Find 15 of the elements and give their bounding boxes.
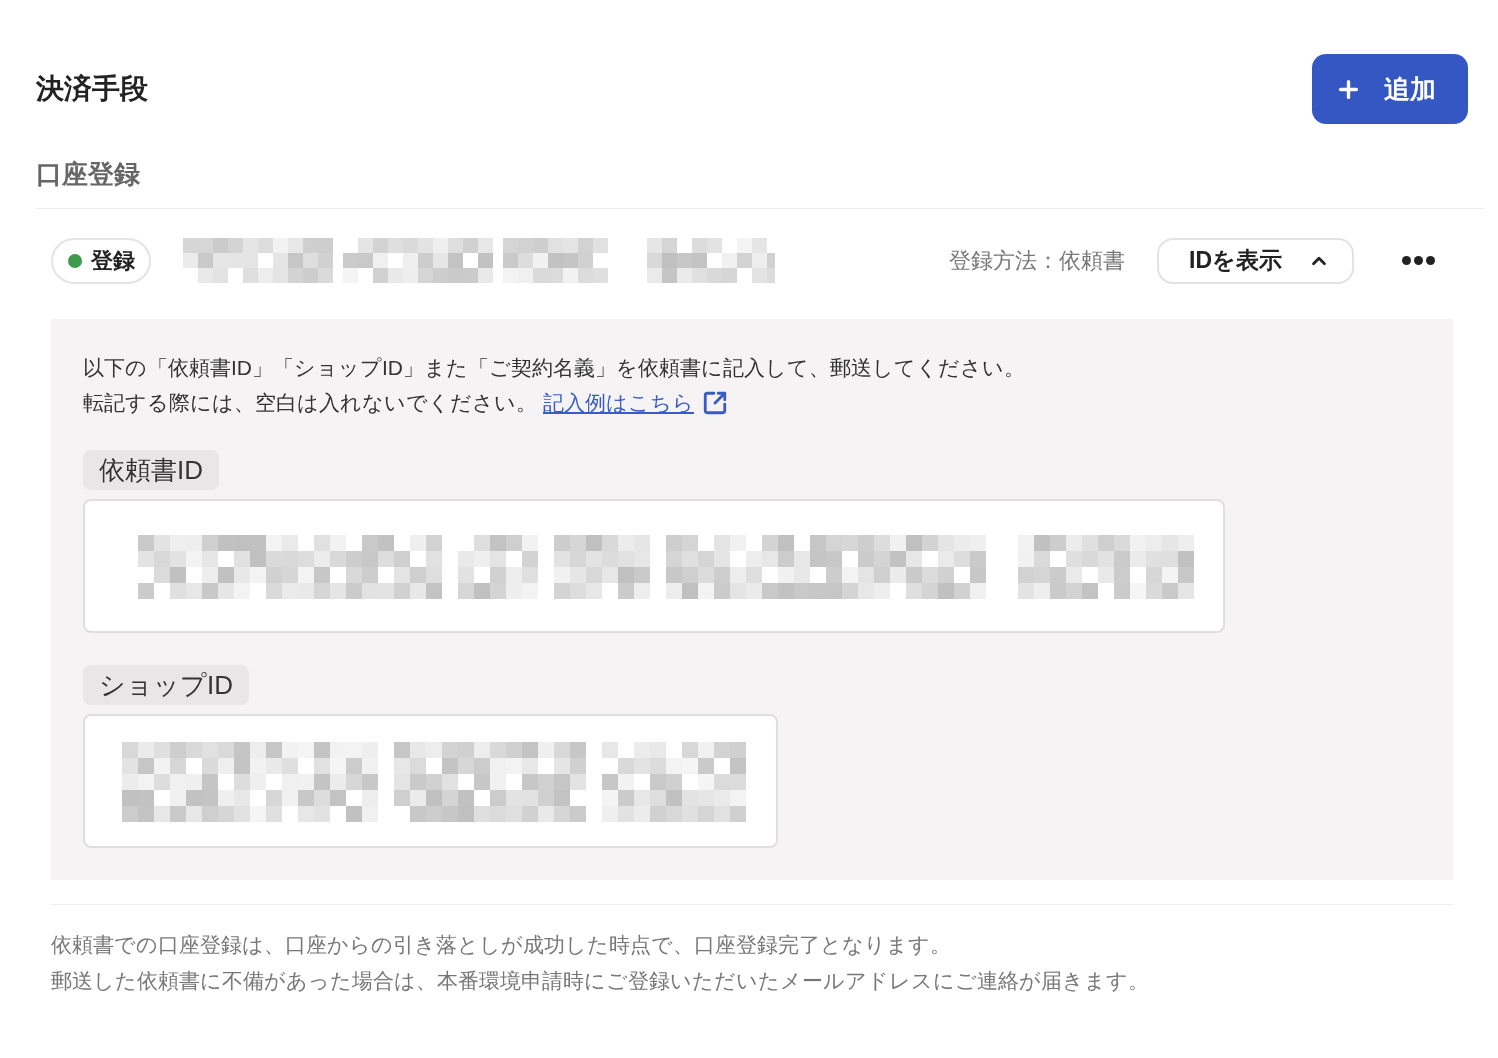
add-button[interactable]: 追加 [1312, 54, 1468, 124]
show-id-button[interactable]: IDを表示 [1157, 237, 1354, 284]
more-icon [1402, 256, 1435, 265]
registration-method: 登録方法：依頼書 [949, 246, 1125, 275]
page-title: 決済手段 [36, 72, 148, 106]
instruction-text: 転記する際には、空白は入れないでください。 [83, 390, 537, 416]
field-label: ショップID [83, 665, 249, 705]
section-title: 口座登録 [36, 158, 140, 191]
field-label: 依頼書ID [83, 450, 219, 490]
instruction-text: 以下の「依頼書ID」「ショップID」また「ご契約名義」を依頼書に記入して、郵送してください。 [83, 355, 1025, 381]
note-text: 郵送した依頼書に不備があった場合は、本番環境申請時にご登録いただいたメールアドレスにご連絡が届きます。 [51, 968, 1149, 994]
status-label: 登録 [91, 246, 135, 275]
external-link-icon [702, 389, 728, 416]
example-link[interactable]: 記入例はこちら [543, 385, 728, 420]
note-text: 依頼書での口座登録は、口座からの引き落としが成功した時点で、口座登録完了となります。 [51, 932, 951, 958]
